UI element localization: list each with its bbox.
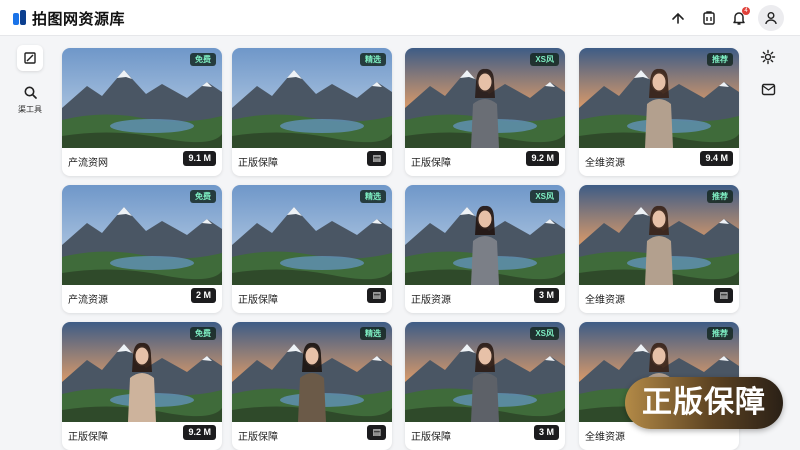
- file-size-badge: ▤: [367, 425, 386, 440]
- user-icon: [765, 12, 777, 25]
- card-caption: 全维资源: [585, 432, 625, 443]
- category-tag: 推荐: [707, 190, 733, 203]
- share-icon[interactable]: [667, 7, 689, 29]
- search-icon: [24, 86, 37, 99]
- app-title: 拍图网资源库: [32, 11, 126, 28]
- clipboard-icon[interactable]: [698, 7, 720, 29]
- search-tool-button[interactable]: [17, 79, 43, 105]
- mail-button[interactable]: [755, 76, 781, 102]
- category-tag: 精选: [360, 53, 386, 66]
- crop-icon: [24, 52, 36, 64]
- mail-icon: [761, 83, 775, 95]
- user-avatar-button[interactable]: [758, 5, 784, 31]
- file-size-badge: ▤: [367, 151, 386, 166]
- resource-card[interactable]: 免费产流资网 9.1 M: [62, 48, 222, 176]
- resource-card[interactable]: 精选正版保障 ▤: [232, 322, 392, 450]
- category-tag: XS风: [530, 53, 559, 66]
- resource-card[interactable]: 推荐全维资源 ▤: [579, 185, 739, 313]
- logo-icon: [13, 10, 26, 25]
- card-caption: 正版保障: [411, 158, 451, 169]
- category-tag: XS风: [530, 190, 559, 203]
- settings-button[interactable]: [755, 44, 781, 70]
- category-tag: 精选: [360, 190, 386, 203]
- file-size-badge: ▤: [367, 288, 386, 303]
- card-caption: 正版资源: [411, 295, 451, 306]
- card-caption: 正版保障: [238, 432, 278, 443]
- resource-card[interactable]: 精选正版保障 ▤: [232, 48, 392, 176]
- bell-icon[interactable]: 4: [728, 7, 750, 29]
- category-tag: 免费: [190, 190, 216, 203]
- resource-card[interactable]: XS风正版保障 9.2 M: [405, 48, 565, 176]
- card-caption: 正版保障: [68, 432, 108, 443]
- file-size-badge: 9.2 M: [526, 151, 559, 166]
- category-tag: 免费: [190, 327, 216, 340]
- file-size-badge: 9.4 M: [700, 151, 733, 166]
- resource-card[interactable]: XS风正版保障 3 M: [405, 322, 565, 450]
- file-size-badge: 2 M: [190, 288, 216, 303]
- category-tag: 推荐: [707, 327, 733, 340]
- file-size-badge: ▤: [714, 288, 733, 303]
- resource-card[interactable]: 精选正版保障 ▤: [232, 185, 392, 313]
- file-size-badge: 3 M: [533, 288, 559, 303]
- top-bar: 拍图网资源库 4: [0, 0, 800, 36]
- card-caption: 全维资源: [585, 158, 625, 169]
- category-tag: 精选: [360, 327, 386, 340]
- card-caption: 产流资网: [68, 158, 108, 169]
- category-tag: 免费: [190, 53, 216, 66]
- card-caption: 正版保障: [238, 158, 278, 169]
- file-size-badge: 3 M: [533, 425, 559, 440]
- crop-tool-button[interactable]: [17, 45, 43, 71]
- card-caption: 正版保障: [238, 295, 278, 306]
- card-caption: 正版保障: [411, 432, 451, 443]
- search-tool-label: 渠工具: [18, 105, 42, 114]
- category-tag: XS风: [530, 327, 559, 340]
- resource-card[interactable]: 推荐全维资源 9.4 M: [579, 48, 739, 176]
- category-tag: 推荐: [707, 53, 733, 66]
- genuine-guarantee-watermark: 正版保障: [625, 377, 783, 429]
- resource-card[interactable]: XS风正版资源 3 M: [405, 185, 565, 313]
- file-size-badge: 9.1 M: [183, 151, 216, 166]
- resource-card[interactable]: 免费正版保障 9.2 M: [62, 322, 222, 450]
- file-size-badge: 9.2 M: [183, 425, 216, 440]
- card-caption: 产流资源: [68, 295, 108, 306]
- notification-badge: 4: [742, 7, 750, 15]
- resource-card[interactable]: 免费产流资源 2 M: [62, 185, 222, 313]
- settings-icon: [760, 49, 776, 65]
- card-caption: 全维资源: [585, 295, 625, 306]
